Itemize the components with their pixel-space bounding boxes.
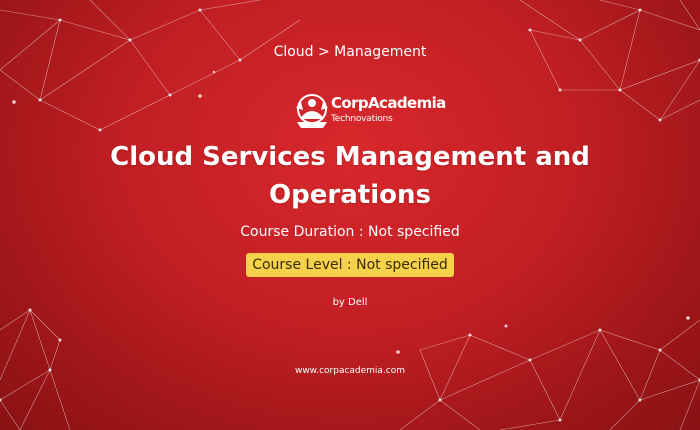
course-banner: Cloud > Management CorpAcademia Technova…: [0, 0, 700, 430]
breadcrumb: Cloud > Management: [273, 44, 427, 60]
course-title: Cloud Services Management and Operations: [110, 142, 590, 210]
course-level-badge: Course Level : Not specified: [246, 253, 454, 277]
logo-tagline: Technovations: [331, 114, 393, 124]
course-level-wrap: Course Level : Not specified: [0, 253, 700, 277]
network-top-left: [0, 0, 301, 132]
network-top-right: [519, 0, 700, 122]
course-duration: Course Duration : Not specified: [240, 224, 460, 240]
logo-name: CorpAcademia: [331, 94, 446, 112]
corpacademia-logo: CorpAcademia Technovations: [293, 92, 446, 134]
website-url: www.corpacademia.com: [294, 366, 406, 376]
logo-emblem-icon: [296, 94, 328, 128]
course-author: by Dell: [332, 297, 368, 308]
